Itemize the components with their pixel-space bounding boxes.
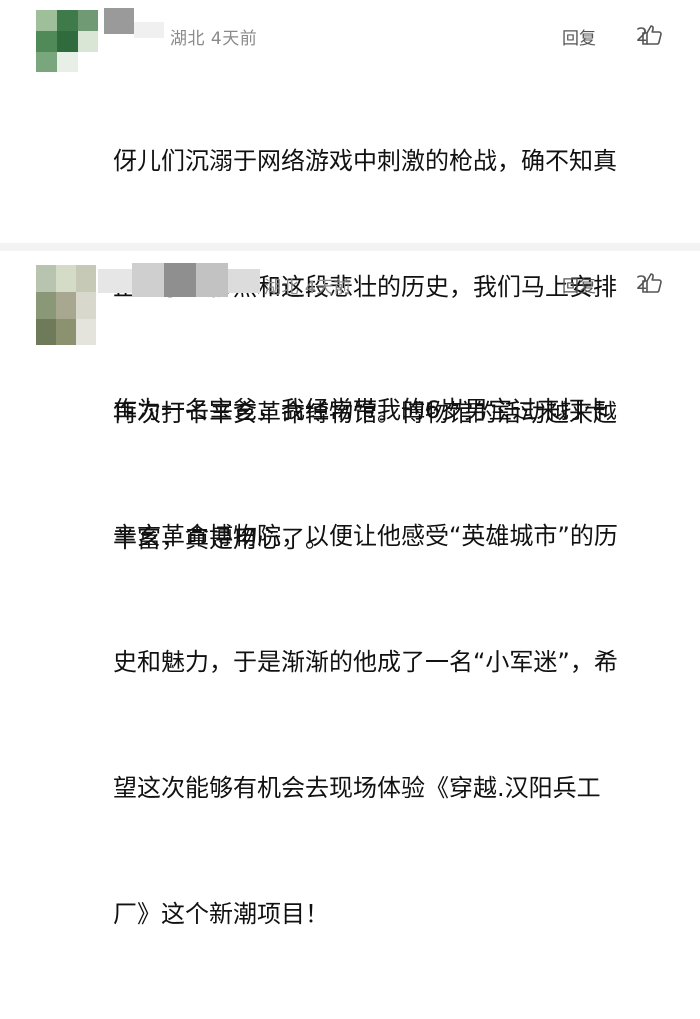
reply-button[interactable]: 回复	[562, 272, 596, 297]
avatar[interactable]	[36, 10, 98, 72]
username-blurred[interactable]	[98, 269, 132, 293]
comment-line: 望这次能够有机会去现场体验《穿越.汉阳兵工	[113, 774, 601, 802]
username-blurred	[134, 22, 164, 38]
thumbs-up-icon[interactable]	[640, 271, 664, 295]
username-blurred	[228, 269, 260, 293]
comment-line: 伢儿们沉溺于网络游戏中刺激的枪战，确不知真	[113, 147, 617, 175]
location-time: 湖北 4天前	[264, 278, 352, 298]
username-blurred	[196, 263, 228, 297]
comment-item-2: 湖北 4天前 回复 2 作为一名宝爸，我经常带我的6岁男宝过来打卡 辛亥革命博物…	[0, 255, 700, 928]
comment-line: 辛亥革命博物院，以便让他感受“英雄城市”的历	[113, 522, 618, 550]
comment-line: 史和魅力，于是渐渐的他成了一名“小军迷”，希	[113, 648, 618, 676]
username-blurred[interactable]	[104, 8, 134, 34]
avatar[interactable]	[36, 265, 96, 345]
location-time: 湖北 4天前	[170, 29, 258, 49]
comment-line: 作为一名宝爸，我经常带我的6岁男宝过来打卡	[113, 396, 609, 424]
comment-text: 作为一名宝爸，我经常带我的6岁男宝过来打卡 辛亥革命博物院，以便让他感受“英雄城…	[113, 305, 683, 1019]
username-blurred	[164, 263, 196, 297]
comment-item-1: 湖北 4天前 回复 2 伢儿们沉溺于网络游戏中刺激的枪战，确不知真 正战争的惨烈…	[0, 0, 700, 553]
reply-button[interactable]: 回复	[562, 24, 596, 49]
thumbs-up-icon[interactable]	[640, 23, 664, 47]
username-blurred	[132, 263, 164, 297]
divider	[0, 243, 700, 251]
comment-line: 厂》这个新潮项目！	[113, 900, 329, 928]
